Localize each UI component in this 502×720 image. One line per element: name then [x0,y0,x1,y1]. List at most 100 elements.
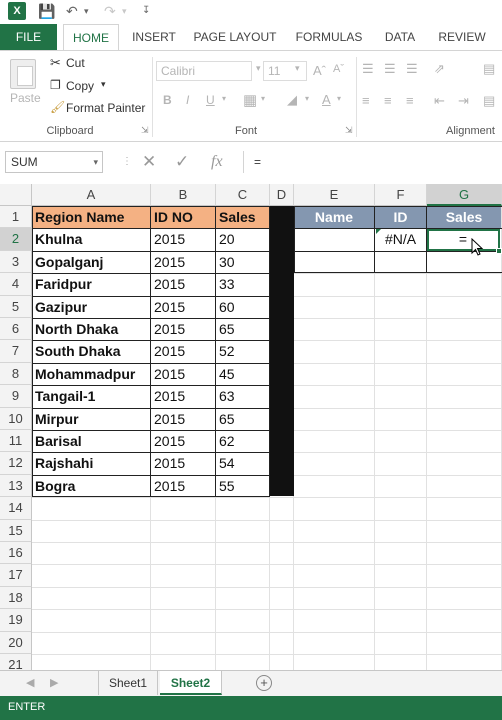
redo-dropdown-icon[interactable]: ▾ [122,3,127,19]
column-d-fill [270,206,294,496]
column-header-f[interactable]: F [375,184,427,206]
row-header-3[interactable]: 3 [0,250,32,274]
bold-button[interactable]: B [163,93,172,107]
active-cell-selection[interactable] [427,229,500,252]
tab-formulas[interactable]: FORMULAS [293,24,365,50]
undo-dropdown-icon[interactable]: ▾ [84,3,89,19]
font-color-icon[interactable]: A [322,92,331,107]
align-center-icon[interactable]: ≡ [384,93,392,108]
increase-indent-icon[interactable]: ⇥ [458,93,469,109]
cut-icon[interactable]: ✂ [50,55,61,71]
clipboard-launcher-icon[interactable]: ⇲ [141,125,149,136]
merge-center-icon[interactable]: ▤ [483,93,495,109]
font-name-box[interactable]: Calibri [156,61,252,81]
group-separator [152,57,153,137]
row-header-14[interactable]: 14 [0,497,32,520]
customize-qat-icon[interactable]: ↧ [142,3,150,19]
row-header-7[interactable]: 7 [0,340,32,363]
row-header-20[interactable]: 20 [0,631,32,654]
row-header-8[interactable]: 8 [0,362,32,386]
enter-icon[interactable]: ✓ [175,151,189,173]
tab-insert[interactable]: INSERT [128,24,180,50]
font-name-dropdown-icon[interactable]: ▾ [256,63,261,74]
orientation-icon[interactable]: ⇗ [434,61,445,77]
row-header-5[interactable]: 5 [0,295,32,318]
fill-color-dropdown-icon[interactable]: ▾ [305,94,309,103]
row-header-17[interactable]: 17 [0,564,32,587]
row-header-16[interactable]: 16 [0,542,32,565]
row-header-15[interactable]: 15 [0,519,32,542]
row-header-10[interactable]: 10 [0,407,32,430]
middle-align-icon[interactable]: ☰ [384,61,396,77]
decrease-indent-icon[interactable]: ⇤ [434,93,445,109]
tab-data[interactable]: DATA [380,24,420,50]
font-size-dropdown-icon[interactable]: ▾ [295,63,300,74]
format-painter-button[interactable]: Format Painter [66,101,145,115]
grow-font-icon[interactable]: Aˆ [313,63,326,78]
font-color-dropdown-icon[interactable]: ▾ [337,94,341,103]
row-header-21[interactable]: 21 [0,654,32,670]
column-header-d[interactable]: D [270,184,294,206]
insert-function-icon[interactable]: fx [211,151,223,173]
format-painter-icon[interactable]: 🖌 [50,100,65,114]
bottom-align-icon[interactable]: ☰ [406,61,418,77]
wrap-text-icon[interactable]: ▤ [483,61,495,77]
tab-file[interactable]: FILE [0,24,57,50]
copy-button[interactable]: Copy [66,79,94,93]
shrink-font-icon[interactable]: Aˇ [333,63,344,75]
column-header-a[interactable]: A [32,184,151,206]
paste-button[interactable]: Paste [10,91,41,105]
tab-home[interactable]: HOME [63,24,119,50]
sheet-tab-sheet1[interactable]: Sheet1 [98,671,158,695]
tab-review[interactable]: REVIEW [436,24,488,50]
copy-icon[interactable]: ❐ [50,78,61,92]
cut-button[interactable]: Cut [66,56,85,70]
row-header-1[interactable]: 1 [0,206,32,229]
tab-page-layout[interactable]: PAGE LAYOUT [192,24,278,50]
fill-color-icon[interactable]: ◢ [287,92,297,108]
formula-input[interactable]: = [243,151,502,173]
row-header-12[interactable]: 12 [0,452,32,475]
name-box-dropdown-icon[interactable]: ▾ [93,152,98,172]
top-align-icon[interactable]: ☰ [362,61,374,77]
column-header-b[interactable]: B [151,184,216,206]
row-header-6[interactable]: 6 [0,318,32,341]
formula-bar-drag-icon[interactable]: ⋮ [122,151,132,173]
font-size-box[interactable]: 11 [263,61,307,81]
copy-dropdown-icon[interactable]: ▾ [101,79,106,90]
underline-button[interactable]: U [206,93,215,107]
cancel-icon[interactable]: ✕ [142,151,156,173]
row-header-13[interactable]: 13 [0,474,32,498]
add-sheet-button[interactable]: + [256,675,272,691]
align-left-icon[interactable]: ≡ [362,93,370,108]
align-right-icon[interactable]: ≡ [406,93,414,108]
row-header-2[interactable]: 2 [0,228,32,251]
table1-border [32,206,270,498]
borders-icon[interactable]: ▦ [243,91,257,109]
sheet-next-icon[interactable]: ▶ [50,676,58,689]
row-header-18[interactable]: 18 [0,586,32,610]
row-header-4[interactable]: 4 [0,273,32,296]
name-box[interactable]: SUM ▾ [5,151,103,173]
row-header-11[interactable]: 11 [0,430,32,453]
select-all-corner[interactable] [0,184,32,206]
borders-dropdown-icon[interactable]: ▾ [261,94,265,103]
column-header-e[interactable]: E [294,184,375,206]
save-icon[interactable]: 💾 [38,3,55,19]
cell-f2[interactable]: #N/A [375,228,426,250]
font-launcher-icon[interactable]: ⇲ [345,125,353,136]
column-header-c[interactable]: C [216,184,270,206]
sheet-prev-icon[interactable]: ◀ [26,676,34,689]
undo-icon[interactable]: ↶ [66,3,78,19]
row-header-9[interactable]: 9 [0,385,32,408]
paste-icon[interactable] [10,59,36,89]
column-header-g[interactable]: G [427,184,502,206]
fill-handle[interactable] [496,248,502,254]
sheet-tab-sheet2[interactable]: Sheet2 [160,671,222,695]
redo-icon[interactable]: ↷ [104,3,116,19]
row-header-19[interactable]: 19 [0,609,32,632]
underline-dropdown-icon[interactable]: ▾ [222,94,226,103]
worksheet-grid[interactable]: A B C D E F G 1 2 3 4 5 6 7 8 9 10 11 12 13 14 15 16 17 18 19 20 21… [0,184,502,670]
italic-button[interactable]: I [186,93,189,107]
gridline [32,519,502,521]
